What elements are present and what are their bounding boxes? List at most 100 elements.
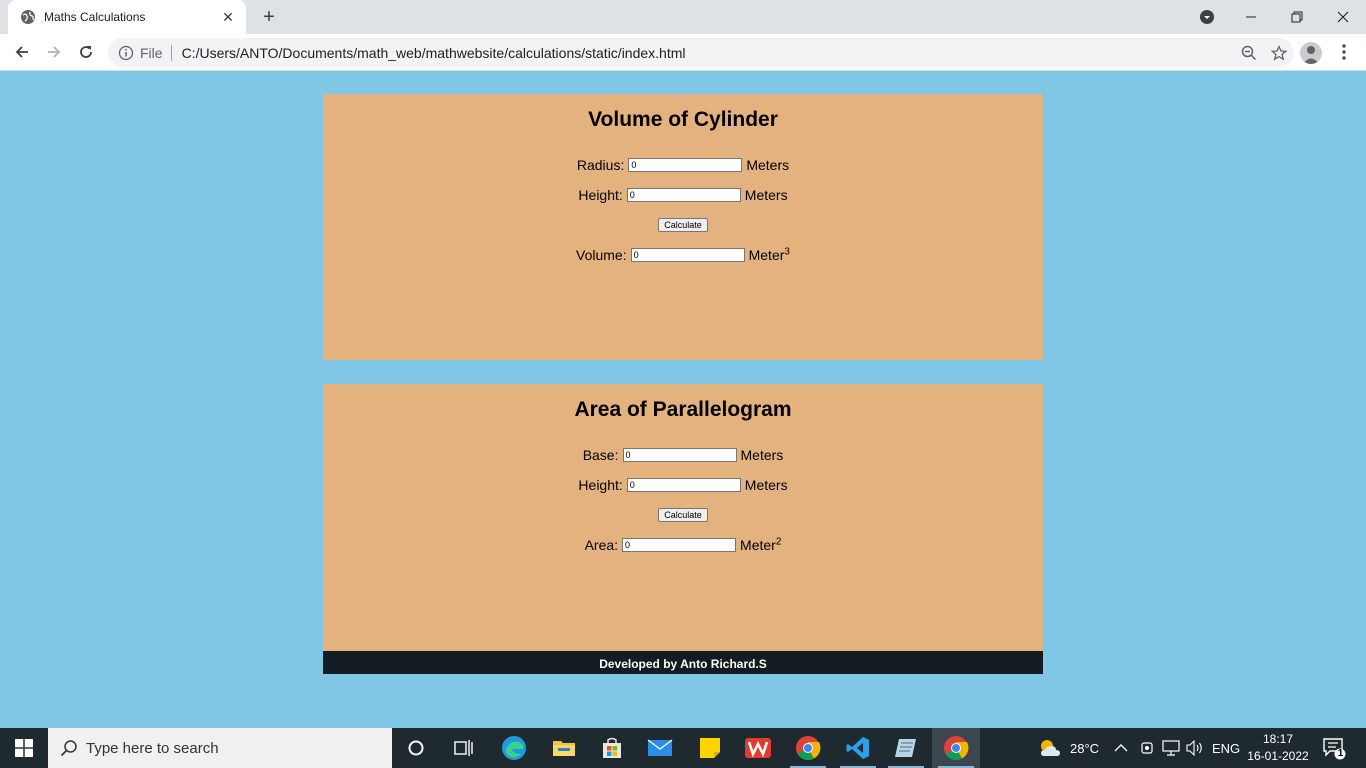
weather-temperature: 28°C	[1070, 740, 1100, 756]
address-bar[interactable]: File C:/Users/ANTO/Documents/math_web/ma…	[108, 38, 1294, 67]
tray-meet-now[interactable]	[1140, 728, 1154, 768]
task-view-icon	[454, 740, 473, 756]
volume-unit-base: Meter	[748, 247, 785, 263]
area-row: Area: Meter2	[323, 530, 1043, 560]
info-icon[interactable]	[118, 45, 134, 61]
taskbar-store[interactable]	[588, 728, 636, 768]
chevron-up-icon	[1114, 744, 1128, 752]
tab-search-button[interactable]	[1184, 0, 1230, 34]
volume-label: Volume:	[576, 247, 627, 263]
browser-menu-button[interactable]	[1334, 41, 1354, 63]
base-input[interactable]	[622, 448, 737, 462]
more-vertical-icon	[1342, 44, 1346, 60]
forward-button[interactable]	[40, 38, 68, 66]
omnibox-divider	[170, 44, 172, 61]
start-button[interactable]	[0, 728, 48, 768]
action-center-button[interactable]: 1	[1322, 728, 1346, 768]
weather-cloud-sun-icon	[1041, 740, 1060, 756]
clock-time: 18:17	[1262, 732, 1294, 746]
show-hidden-icons-button[interactable]	[1114, 728, 1128, 768]
cylinder-height-input[interactable]	[626, 188, 741, 202]
url-text[interactable]: C:/Users/ANTO/Documents/math_web/mathweb…	[182, 45, 1234, 61]
taskbar-notepad-app[interactable]	[882, 728, 930, 768]
cortana-button[interactable]	[392, 728, 440, 768]
arrow-right-icon	[48, 46, 61, 58]
weather-widget[interactable]: 28°C	[1038, 728, 1099, 768]
area-output[interactable]	[622, 538, 737, 552]
chrome-icon	[796, 736, 821, 761]
taskbar-file-explorer[interactable]	[540, 728, 588, 768]
radius-label: Radius:	[576, 157, 625, 173]
taskbar-edge[interactable]	[490, 728, 538, 768]
network-icon	[1162, 740, 1180, 756]
bookmark-button[interactable]	[1264, 41, 1294, 65]
close-window-button[interactable]	[1320, 0, 1366, 34]
parallelogram-title: Area of Parallelogram	[574, 398, 792, 421]
taskbar-wps[interactable]	[734, 728, 782, 768]
base-row: Base: Meters	[323, 440, 1043, 470]
cylinder-volume-card: Volume of Cylinder Radius: Meters Height…	[323, 94, 1043, 360]
parallelogram-height-input[interactable]	[626, 478, 741, 492]
parallelogram-button-row: Calculate	[323, 500, 1043, 530]
mail-icon	[647, 739, 673, 756]
arrow-left-icon	[15, 46, 28, 58]
tray-volume[interactable]	[1186, 728, 1204, 768]
edge-icon	[502, 736, 526, 760]
chevron-down-circle-icon	[1200, 10, 1214, 24]
tray-network[interactable]	[1162, 728, 1180, 768]
cylinder-height-label: Height:	[578, 187, 623, 203]
windows-taskbar: Type here to search 28°C ENG 18:17 16-01…	[0, 728, 1366, 768]
radius-input[interactable]	[628, 158, 743, 172]
parallelogram-calculate-button[interactable]: Calculate	[658, 508, 708, 522]
task-view-button[interactable]	[440, 728, 488, 768]
windows-logo-icon	[15, 739, 33, 757]
clock-date: 16-01-2022	[1247, 749, 1309, 763]
area-unit-base: Meter	[740, 537, 776, 553]
cylinder-calculate-button[interactable]: Calculate	[658, 218, 708, 232]
taskbar-search-placeholder: Type here to search	[86, 739, 219, 757]
page-footer: Developed by Anto Richard.S	[323, 651, 1043, 674]
taskbar-sticky-notes[interactable]	[686, 728, 734, 768]
taskbar-clock[interactable]: 18:17 16-01-2022	[1240, 731, 1316, 765]
base-unit: Meters	[740, 447, 784, 463]
radius-row: Radius: Meters	[323, 150, 1043, 180]
cylinder-title: Volume of Cylinder	[588, 108, 778, 131]
vscode-icon	[846, 737, 869, 759]
browser-toolbar: File C:/Users/ANTO/Documents/math_web/ma…	[0, 34, 1366, 71]
volume-row: Volume: Meter3	[323, 240, 1043, 270]
new-tab-button[interactable]: +	[258, 6, 280, 28]
radius-unit: Meters	[746, 157, 790, 173]
tab-title: Maths Calculations	[44, 10, 146, 24]
close-icon	[1337, 11, 1349, 23]
volume-output[interactable]	[630, 248, 745, 262]
minimize-button[interactable]	[1228, 0, 1274, 34]
tray-language[interactable]: ENG	[1212, 728, 1240, 768]
search-icon	[60, 740, 77, 757]
cortana-icon	[408, 740, 424, 756]
taskbar-chrome-1[interactable]	[784, 728, 832, 768]
taskbar-chrome-2[interactable]	[932, 728, 980, 768]
zoom-button[interactable]	[1234, 41, 1264, 65]
taskbar-mail[interactable]	[636, 728, 684, 768]
taskbar-search-box[interactable]: Type here to search	[48, 728, 392, 768]
restore-icon	[1291, 11, 1303, 23]
parallelogram-height-row: Height: Meters	[323, 470, 1043, 500]
tab-close-icon[interactable]: ✕	[220, 9, 236, 25]
browser-tab[interactable]: Maths Calculations ✕	[8, 0, 246, 34]
minimize-icon	[1246, 16, 1256, 18]
parallelogram-height-label: Height:	[578, 477, 623, 493]
star-icon	[1271, 44, 1287, 61]
profile-avatar[interactable]	[1300, 42, 1322, 64]
scheme-label: File	[140, 44, 163, 61]
restore-button[interactable]	[1274, 0, 1320, 34]
person-icon	[1303, 46, 1319, 64]
area-label: Area:	[584, 537, 619, 553]
folder-icon	[553, 741, 575, 756]
back-button[interactable]	[8, 38, 36, 66]
meet-now-icon	[1141, 742, 1153, 754]
volume-unit-exponent: 3	[784, 246, 790, 258]
reload-button[interactable]	[72, 38, 100, 66]
browser-tab-strip: Maths Calculations ✕ +	[0, 0, 1366, 34]
area-unit-exponent: 2	[775, 536, 782, 548]
taskbar-vscode[interactable]	[834, 728, 882, 768]
